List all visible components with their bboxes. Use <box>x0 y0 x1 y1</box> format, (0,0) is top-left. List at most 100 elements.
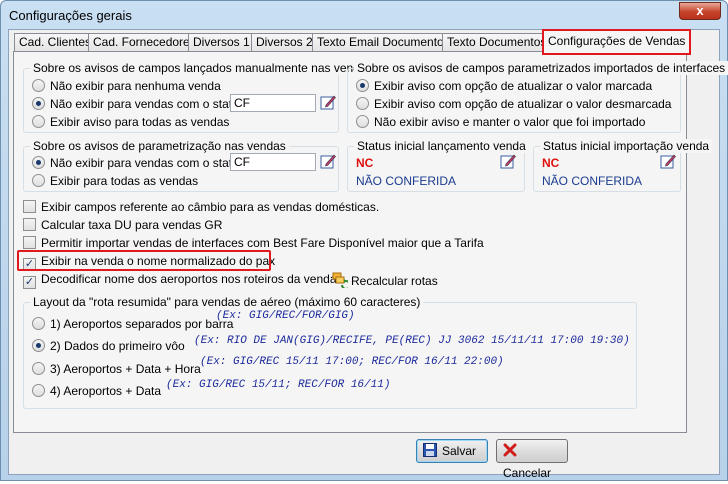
tab-cad-clientes[interactable]: Cad. Clientes <box>14 33 97 52</box>
radio-icon <box>32 339 45 352</box>
tab-label: Texto Documentos <box>447 35 547 49</box>
tab-diversos-2[interactable]: Diversos 2 <box>251 33 318 52</box>
cancel-button-label: Cancelar <box>503 466 552 480</box>
highlight-frame <box>17 250 271 271</box>
manual-status-input[interactable]: CF <box>230 94 316 112</box>
edit-icon[interactable] <box>660 153 676 169</box>
layout-1-example: (Ex: GIG/REC/FOR/GIG) <box>216 310 355 322</box>
tab-label: Texto Email Documentos <box>317 35 450 49</box>
group-title: Sobre os avisos de parametrização nas ve… <box>30 139 289 153</box>
cancel-button[interactable]: Cancelar <box>496 439 568 480</box>
tab-texto-email-documentos[interactable]: Texto Email Documentos <box>312 33 455 52</box>
radio-param-all[interactable]: Exibir para todas as vendas <box>32 174 198 188</box>
checkbox-exchange-fields[interactable]: Exibir campos referente ao câmbio para a… <box>23 200 379 214</box>
radio-manual-none[interactable]: Não exibir para nenhuma venda <box>32 79 221 93</box>
tab-label: Diversos 2 <box>256 35 313 49</box>
group-title: Sobre os avisos de campos lançados manua… <box>30 61 376 75</box>
layout-4-example: (Ex: GIG/REC 15/11; REC/FOR 16/11) <box>166 379 391 391</box>
tab-panel-configuracoes-vendas: Sobre os avisos de campos lançados manua… <box>13 51 728 433</box>
edit-icon[interactable] <box>320 153 336 169</box>
radio-interface-update-unchecked[interactable]: Exibir aviso com opção de atualizar o va… <box>356 97 671 111</box>
radio-icon <box>356 115 369 128</box>
window-client-area: Cad. Clientes Cad. Fornecedores Diversos… <box>8 29 728 480</box>
group-route-layout: Layout da "rota resumida" para vendas de… <box>23 295 637 409</box>
tab-label: Diversos 1 <box>193 35 250 49</box>
radio-icon <box>32 97 45 110</box>
radio-icon <box>32 362 45 375</box>
radio-manual-status[interactable]: Não exibir para vendas com o status <box>32 97 245 111</box>
radio-icon <box>32 384 45 397</box>
recalculate-routes-button[interactable]: Recalcular rotas <box>332 272 438 290</box>
radio-icon <box>32 79 45 92</box>
tab-diversos-1[interactable]: Diversos 1 <box>188 33 255 52</box>
radio-label: Exibir aviso com opção de atualizar o va… <box>374 97 672 111</box>
checkbox-label: Calcular taxa DU para vendas GR <box>41 218 223 232</box>
edit-icon[interactable] <box>500 153 516 169</box>
cancel-x-icon <box>503 443 517 457</box>
save-button[interactable]: Salvar <box>416 439 488 463</box>
radio-icon <box>32 174 45 187</box>
tab-label: Cad. Clientes <box>19 35 92 49</box>
group-title: Status inicial importação venda <box>540 139 713 153</box>
floppy-disk-icon <box>423 443 437 457</box>
checkbox-label: Decodificar nome dos aeroportos nos rote… <box>41 272 340 286</box>
status-code: NC <box>356 156 374 170</box>
radio-interface-keep-value[interactable]: Não exibir aviso e manter o valor que fo… <box>356 115 645 129</box>
checkbox-label: Exibir campos referente ao câmbio para a… <box>41 200 380 214</box>
checkbox-decode-airports[interactable]: ✓ Decodificar nome dos aeroportos nos rot… <box>23 272 340 289</box>
radio-layout-3[interactable]: 3) Aeroportos + Data + Hora <box>32 362 201 376</box>
group-parametrization: Sobre os avisos de parametrização nas ve… <box>23 139 339 192</box>
radio-manual-all[interactable]: Exibir aviso para todas as vendas <box>32 115 229 129</box>
route-refresh-icon <box>332 272 351 290</box>
settings-window: Configurações gerais x Cad. Clientes Cad… <box>0 0 728 481</box>
title-bar[interactable]: Configurações gerais x <box>1 1 727 29</box>
checkbox-best-fare-import[interactable]: Permitir importar vendas de interfaces c… <box>23 236 484 250</box>
recalculate-routes-label: Recalcular rotas <box>351 274 438 288</box>
radio-label: Não exibir para vendas com o status <box>50 156 245 170</box>
checkbox-icon: ✓ <box>23 276 36 289</box>
param-status-input[interactable]: CF <box>230 153 316 171</box>
radio-label: Exibir para todas as vendas <box>50 174 199 188</box>
group-manual-fields: Sobre os avisos de campos lançados manua… <box>23 61 376 133</box>
checkbox-label: Permitir importar vendas de interfaces c… <box>41 236 484 250</box>
close-button[interactable]: x <box>679 2 721 20</box>
radio-layout-2[interactable]: 2) Dados do primeiro vôo <box>32 339 185 353</box>
window-title: Configurações gerais <box>9 8 132 23</box>
checkbox-du-fee[interactable]: Calcular taxa DU para vendas GR <box>23 218 222 232</box>
radio-label: Não exibir para vendas com o status <box>50 97 245 111</box>
group-title: Status inicial lançamento venda <box>354 139 529 153</box>
status-description: NÃO CONFERIDA <box>356 174 457 188</box>
radio-label: Não exibir aviso e manter o valor que fo… <box>374 115 646 129</box>
radio-label: Não exibir para nenhuma venda <box>50 79 221 93</box>
radio-param-status[interactable]: Não exibir para vendas com o status <box>32 156 245 170</box>
radio-icon <box>356 79 369 92</box>
checkbox-icon <box>23 236 36 249</box>
group-title: Layout da "rota resumida" para vendas de… <box>30 295 424 309</box>
status-code: NC <box>542 156 560 170</box>
radio-label: 3) Aeroportos + Data + Hora <box>50 362 201 376</box>
radio-icon <box>32 317 45 330</box>
tab-texto-documentos[interactable]: Texto Documentos <box>442 33 552 52</box>
tab-cad-fornecedores[interactable]: Cad. Fornecedores <box>88 33 201 52</box>
status-description: NÃO CONFERIDA <box>542 174 643 188</box>
edit-icon[interactable] <box>320 94 336 110</box>
radio-label: 2) Dados do primeiro vôo <box>50 339 185 353</box>
layout-3-example: (Ex: GIG/REC 15/11 17:00; REC/FOR 16/11 … <box>200 356 504 368</box>
save-button-label: Salvar <box>442 444 477 458</box>
radio-label: 4) Aeroportos + Data <box>50 384 162 398</box>
radio-icon <box>356 97 369 110</box>
checkbox-icon <box>23 218 36 231</box>
radio-layout-4[interactable]: 4) Aeroportos + Data <box>32 384 161 398</box>
tab-label: Cad. Fornecedores <box>93 35 196 49</box>
radio-label: Exibir aviso para todas as vendas <box>50 115 230 129</box>
radio-interface-update-checked[interactable]: Exibir aviso com opção de atualizar o va… <box>356 79 652 93</box>
group-title: Sobre os avisos de campos parametrizados… <box>354 61 728 75</box>
radio-icon <box>32 115 45 128</box>
group-status-import: Status inicial importação venda NC NÃO C… <box>533 139 713 192</box>
tab-configuracoes-de-vendas[interactable]: Configurações de Vendas <box>541 29 692 55</box>
layout-2-example: (Ex: RIO DE JAN(GIG)/RECIFE, PE(REC) JJ … <box>194 335 630 347</box>
radio-label: 1) Aeroportos separados por barra <box>50 317 234 331</box>
group-interface-fields: Sobre os avisos de campos parametrizados… <box>347 61 728 133</box>
radio-layout-1[interactable]: 1) Aeroportos separados por barra <box>32 317 233 331</box>
tab-label: Configurações de Vendas <box>548 34 686 48</box>
